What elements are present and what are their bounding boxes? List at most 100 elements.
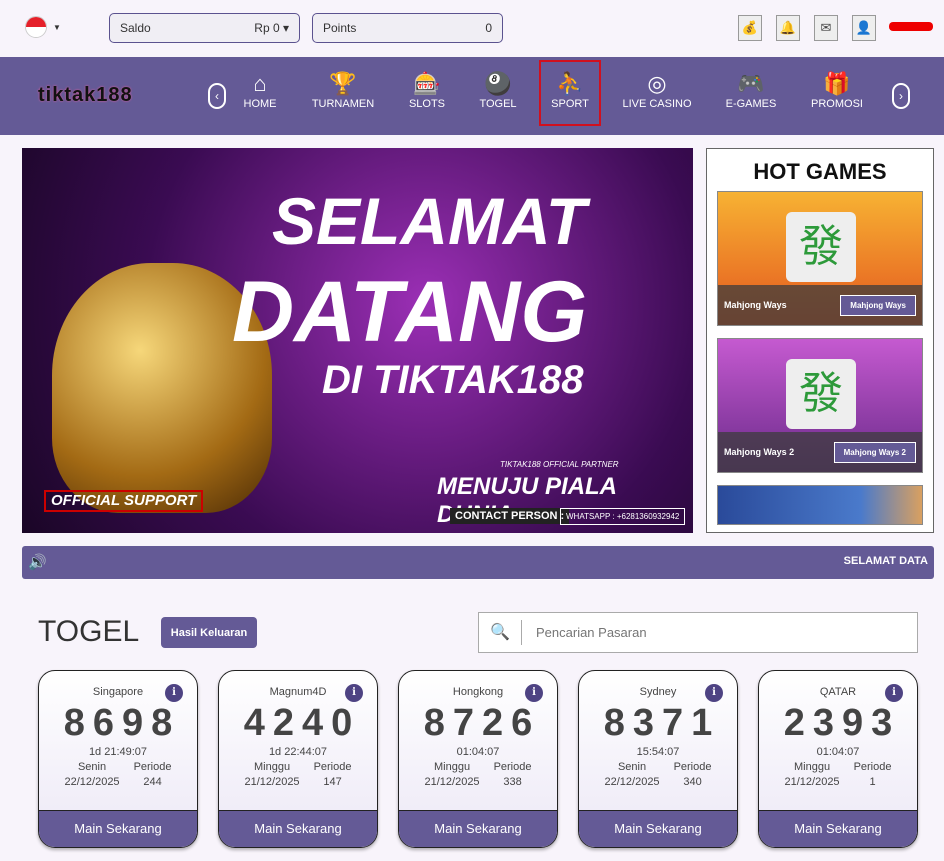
announcement-ticker: 🔊 SELAMAT DATA [22,546,934,579]
saldo-label: Saldo [120,21,151,35]
nav-label: TURNAMEN [311,98,375,110]
trophy-icon: 🏆 [329,71,357,96]
gamepad-icon: 🎮 [737,71,765,96]
nav-next-button[interactable]: › [892,83,910,109]
nav-live-casino[interactable]: ◎ LIVE CASINO [617,70,697,110]
market-day: Minggu [433,761,471,773]
market-periode: 147 [323,776,342,788]
mahjong-tile-icon: 發 [786,359,856,429]
info-icon[interactable]: i [885,684,903,702]
points-label: Points [323,21,357,35]
nav-label: HOME [243,98,277,110]
main-sekarang-button[interactable]: Main Sekarang [39,810,197,847]
saldo-value: Rp 0 ▾ [254,21,289,35]
market-countdown: 15:54:07 [636,746,680,758]
market-date: 22/12/2025 [64,776,120,788]
hasil-keluaran-button[interactable]: Hasil Keluaran [161,617,257,648]
username-redacted [889,22,933,31]
points-value: 0 [485,21,492,35]
game-card[interactable] [717,485,923,525]
game-button[interactable]: Mahjong Ways 2 [833,441,916,463]
market-day: Minggu [793,761,831,773]
game-name: Mahjong Ways [724,300,787,310]
mahjong-tile-icon: 發 [786,212,856,282]
info-icon[interactable]: i [345,684,363,702]
info-icon[interactable]: i [525,684,543,702]
market-card: Hongkong i 8726 01:04:07 Minggu 21/12/202… [398,670,558,848]
market-countdown: 01:04:07 [816,746,860,758]
market-card: QATAR i 2393 01:04:07 Minggu 21/12/2025 P… [758,670,918,848]
info-icon[interactable]: i [705,684,723,702]
nav-togel[interactable]: 🎱 TOGEL [458,70,538,110]
periode-label: Periode [133,761,172,773]
game-card[interactable]: 發 Mahjong Ways 2 Mahjong Ways 2 [717,338,923,473]
nav-turnamen[interactable]: 🏆 TURNAMEN [303,70,383,110]
market-result: 8371 [603,702,721,744]
info-icon[interactable]: i [165,684,183,702]
periode-label: Periode [853,761,892,773]
nav-label: PROMOSI [811,98,863,110]
lottery-balls-icon: 🎱 [484,71,512,96]
banner-partner: TIKTAK188 OFFICIAL PARTNER [500,460,619,469]
site-logo[interactable]: tiktak188 [38,84,133,107]
main-sekarang-button[interactable]: Main Sekarang [399,810,557,847]
top-bar: ▼ Saldo Rp 0 ▾ Points 0 💰 🔔 ✉ 👤 [0,0,944,57]
home-icon: ⌂ [253,71,267,96]
nav-slots[interactable]: 🎰 SLOTS [387,70,467,110]
game-card[interactable]: 發 Mahjong Ways Mahjong Ways [717,191,923,326]
market-countdown: 01:04:07 [456,746,500,758]
gift-icon: 🎁 [823,71,851,96]
roulette-icon: ◎ [647,71,667,96]
search-icon: 🔍 [479,620,522,645]
hot-games-title: HOT GAMES [753,159,887,184]
market-periode: 340 [683,776,702,788]
market-date: 21/12/2025 [424,776,480,788]
welcome-banner[interactable]: SELAMAT DATANG DI TIKTAK188 TIKTAK188 OF… [22,148,693,533]
bell-icon[interactable]: 🔔 [776,15,800,41]
market-date: 21/12/2025 [784,776,840,788]
ticker-text: SELAMAT DATA [843,555,928,567]
points-box: Points 0 [312,13,503,43]
user-icon[interactable]: 👤 [852,15,876,41]
search-input[interactable] [536,625,896,640]
banner-line3: DI TIKTAK188 [322,358,584,402]
nav-promosi[interactable]: 🎁 PROMOSI [797,70,877,110]
game-name: Mahjong Ways 2 [724,447,795,457]
main-sekarang-button[interactable]: Main Sekarang [219,810,377,847]
nav-label: E-GAMES [725,98,777,110]
periode-label: Periode [313,761,352,773]
market-date: 21/12/2025 [244,776,300,788]
market-day: Minggu [253,761,291,773]
banner-line1: SELAMAT [272,184,587,258]
banner-whatsapp: WHATSAPP : +6281360932942 [560,508,686,525]
chevron-down-icon[interactable]: ▼ [53,23,61,32]
periode-label: Periode [673,761,712,773]
main-sekarang-button[interactable]: Main Sekarang [759,810,917,847]
market-day: Senin [77,761,107,773]
nav-label: SLOTS [408,98,446,110]
nav-e-games[interactable]: 🎮 E-GAMES [711,70,791,110]
main-sekarang-button[interactable]: Main Sekarang [579,810,737,847]
banner-line2: DATANG [232,264,588,360]
slots-icon: 🎰 [413,71,441,96]
hot-games-panel: HOT GAMES 發 Mahjong Ways Mahjong Ways 發 Mah… [706,148,934,533]
market-periode: 1 [869,776,876,788]
banner-support: OFFICIAL SUPPORT [44,490,204,512]
market-periode: 338 [503,776,522,788]
speaker-icon: 🔊 [28,554,47,571]
market-card: Magnum4D i 4240 1d 22:44:07 Minggu 21/12/… [218,670,378,848]
money-bag-icon[interactable]: 💰 [738,15,762,41]
periode-label: Periode [493,761,532,773]
market-card: Singapore i 8698 1d 21:49:07 Senin 22/12/… [38,670,198,848]
language-flag-icon[interactable] [25,16,47,38]
togel-title: TOGEL [38,615,140,648]
market-result: 4240 [243,702,361,744]
game-button[interactable]: Mahjong Ways [840,294,916,316]
market-result: 2393 [783,702,901,744]
market-search[interactable]: 🔍 [478,612,918,653]
selection-highlight [539,60,601,126]
saldo-box[interactable]: Saldo Rp 0 ▾ [109,13,300,43]
market-result: 8698 [63,702,181,744]
nav-home[interactable]: ⌂ HOME [220,70,300,110]
mail-icon[interactable]: ✉ [814,15,838,41]
